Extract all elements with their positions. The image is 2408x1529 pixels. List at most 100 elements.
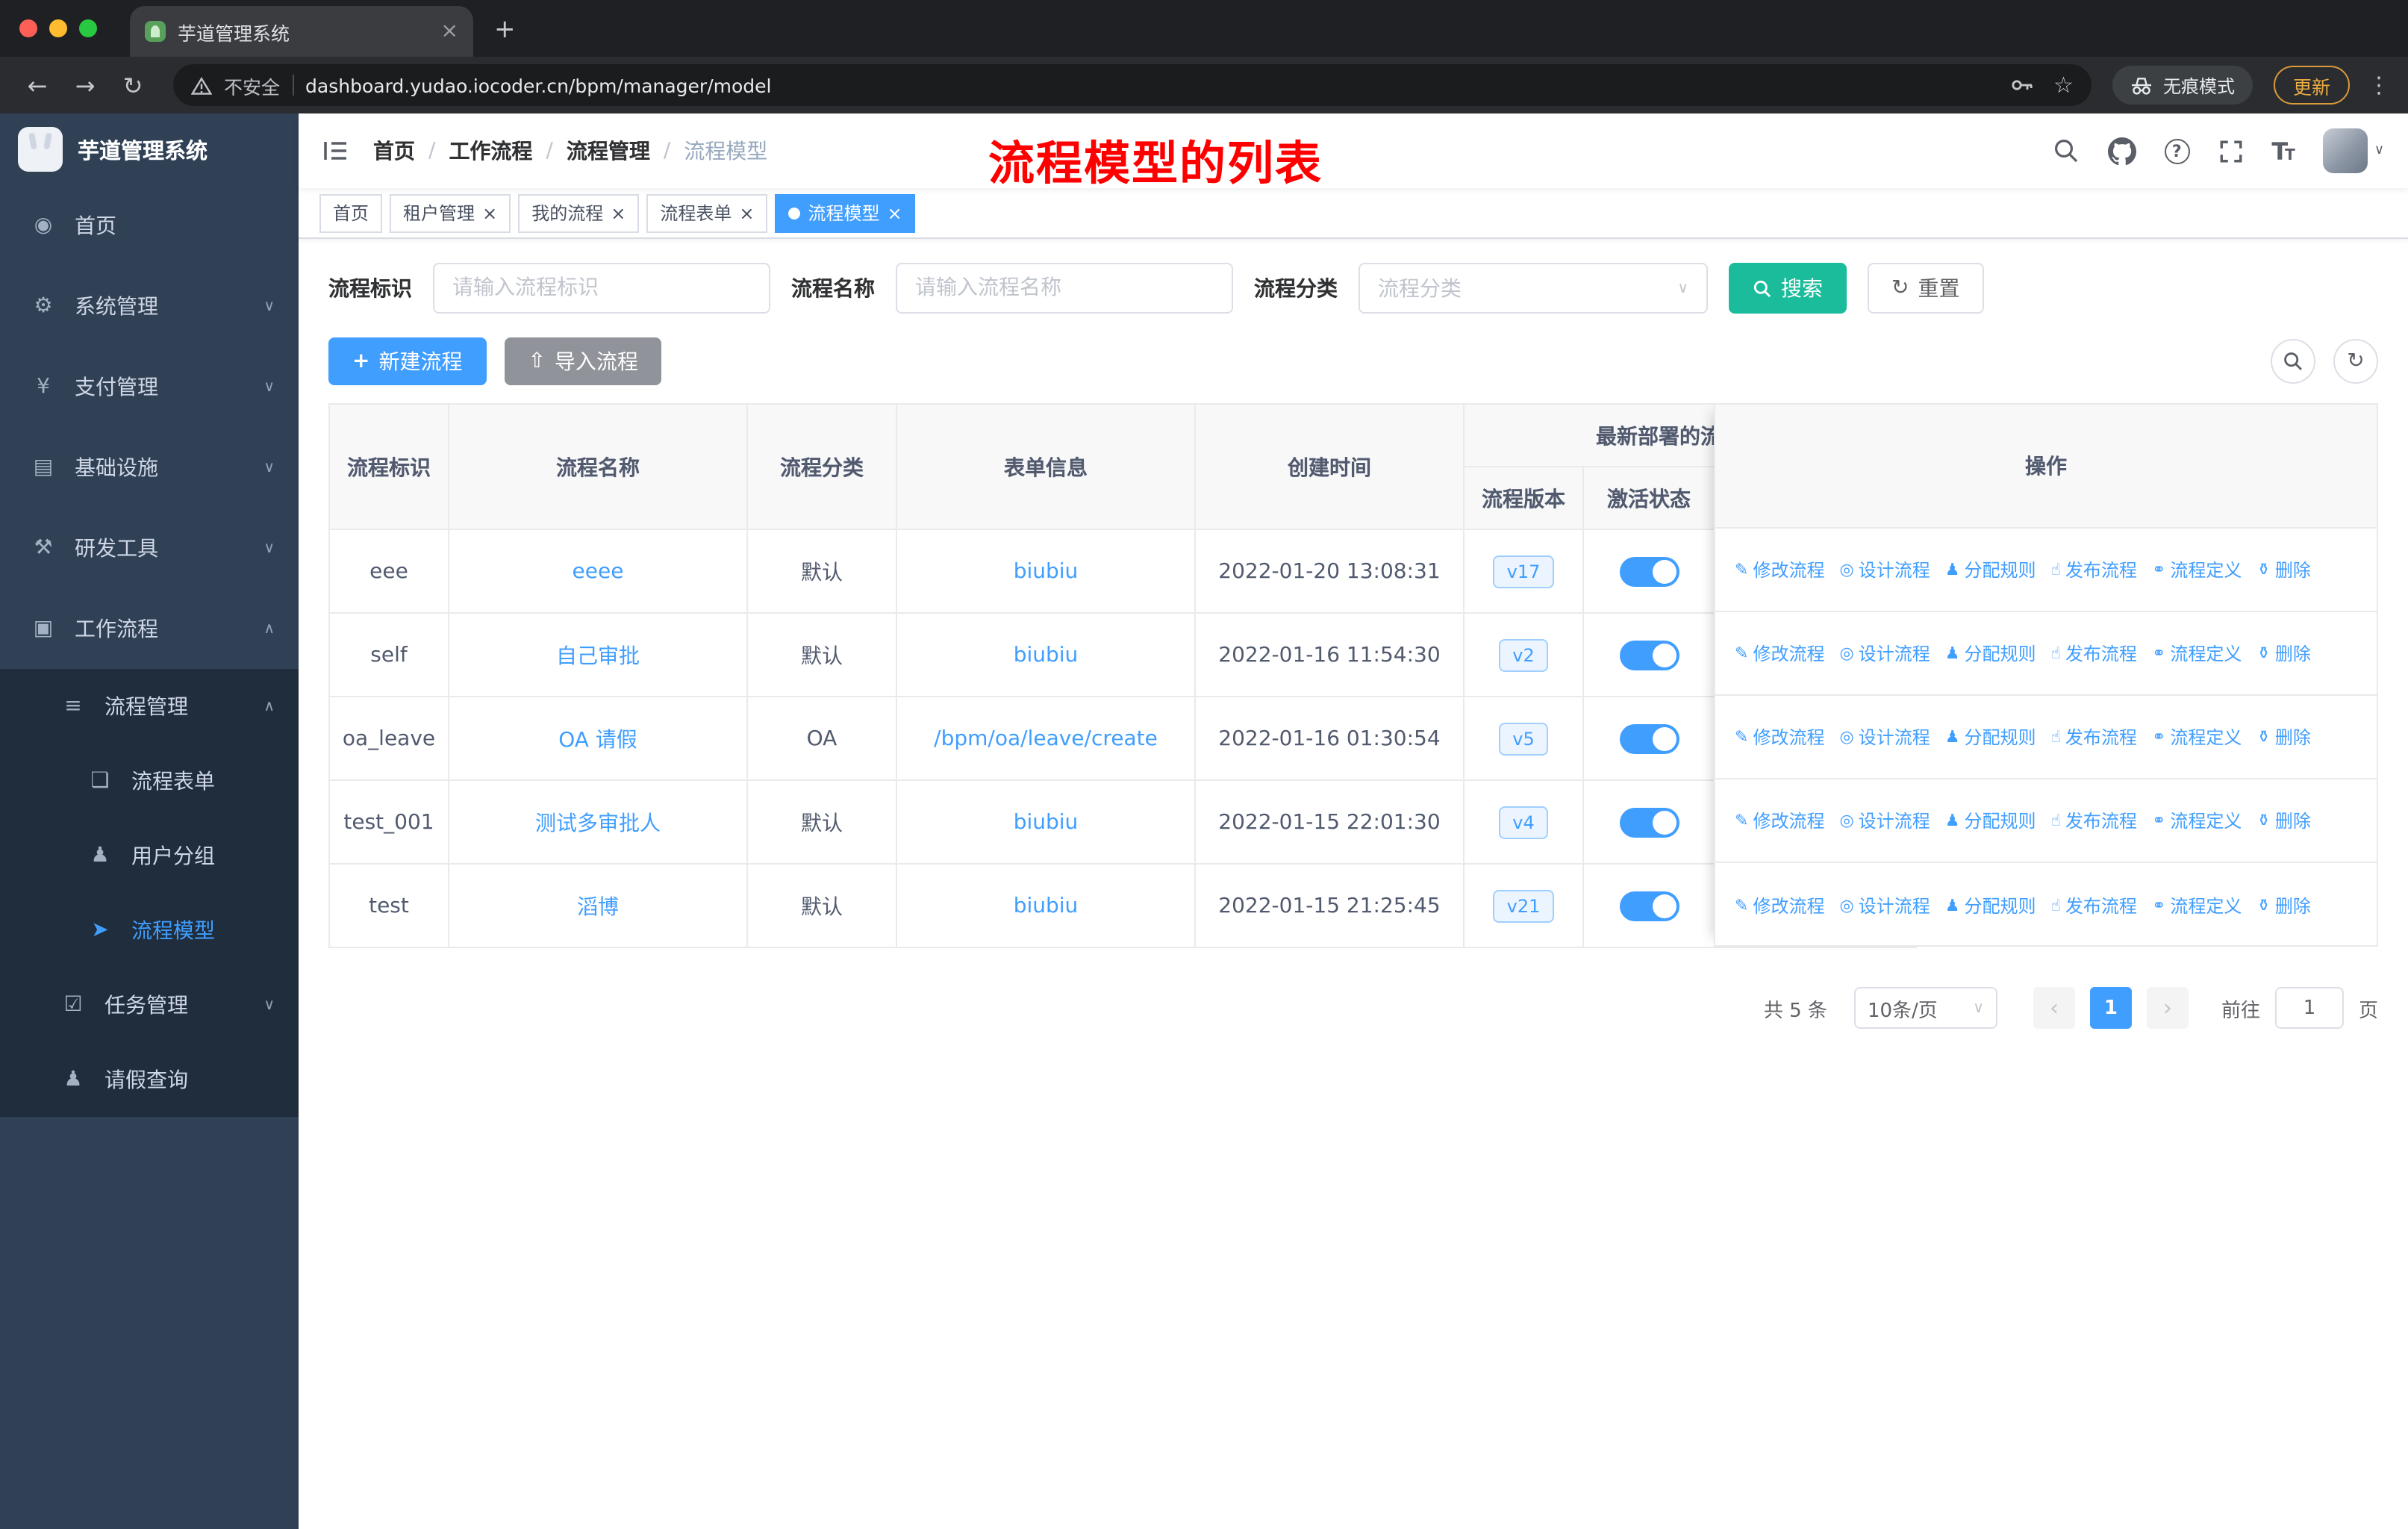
action-edit-process[interactable]: ✎ 修改流程: [1735, 557, 1824, 582]
reload-button[interactable]: [113, 71, 152, 99]
font-size-icon[interactable]: [2271, 137, 2295, 165]
process-name-link[interactable]: OA 请假: [558, 728, 637, 752]
sidebar-item-dev-tools[interactable]: ⚒ 研发工具: [0, 508, 299, 588]
tab-close-icon[interactable]: [441, 21, 458, 42]
status-toggle[interactable]: [1619, 723, 1679, 753]
reset-button[interactable]: 重置: [1868, 263, 1984, 314]
sidebar-item-process-form[interactable]: ❏ 流程表单: [0, 744, 299, 818]
status-toggle[interactable]: [1619, 640, 1679, 670]
sidebar-item-home[interactable]: ◉ 首页: [0, 185, 299, 266]
tag-process-model[interactable]: 流程模型: [775, 193, 916, 232]
refresh-table-button[interactable]: [2333, 339, 2378, 384]
create-process-button[interactable]: 新建流程: [328, 337, 487, 385]
back-button[interactable]: [18, 71, 57, 99]
form-link[interactable]: biubiu: [1014, 810, 1079, 834]
browser-update-button[interactable]: 更新: [2273, 66, 2350, 105]
next-page-button[interactable]: [2146, 987, 2189, 1029]
action-process-definition[interactable]: ⚭ 流程定义: [2152, 808, 2242, 833]
browser-tab[interactable]: 芋道管理系统: [130, 6, 473, 57]
browser-menu-icon[interactable]: [2368, 72, 2390, 99]
goto-page-input[interactable]: [2274, 987, 2344, 1029]
action-design-process[interactable]: ◎ 设计流程: [1839, 892, 1930, 918]
password-key-icon[interactable]: [2009, 73, 2033, 97]
process-name-input[interactable]: [896, 263, 1233, 314]
action-assign-rule[interactable]: ♟ 分配规则: [1945, 808, 2036, 833]
process-name-link[interactable]: 测试多审批人: [535, 812, 661, 835]
action-delete[interactable]: ⚱ 删除: [2256, 641, 2310, 666]
prev-page-button[interactable]: [2033, 987, 2075, 1029]
sidebar-item-infrastructure[interactable]: ▤ 基础设施: [0, 427, 299, 508]
page-size-select[interactable]: 10条/页: [1853, 987, 1997, 1029]
action-process-definition[interactable]: ⚭ 流程定义: [2152, 724, 2242, 750]
process-category-select[interactable]: 流程分类: [1359, 263, 1708, 314]
action-process-definition[interactable]: ⚭ 流程定义: [2152, 892, 2242, 918]
status-toggle[interactable]: [1619, 556, 1679, 586]
action-assign-rule[interactable]: ♟ 分配规则: [1945, 892, 2036, 918]
sidebar-item-leave-query[interactable]: ♟ 请假查询: [0, 1042, 299, 1117]
sidebar-item-process-management[interactable]: ≡ 流程管理: [0, 669, 299, 744]
sidebar-collapse-icon[interactable]: [322, 139, 349, 163]
action-delete[interactable]: ⚱ 删除: [2256, 892, 2310, 918]
action-process-definition[interactable]: ⚭ 流程定义: [2152, 557, 2242, 582]
breadcrumb-workflow[interactable]: 工作流程: [449, 136, 532, 166]
user-avatar[interactable]: [2323, 128, 2384, 173]
breadcrumb-process-management[interactable]: 流程管理: [567, 136, 650, 166]
window-zoom-button[interactable]: [79, 19, 97, 37]
action-publish-process[interactable]: ☝ 发布流程: [2051, 724, 2137, 750]
close-icon[interactable]: [482, 204, 497, 222]
status-toggle[interactable]: [1619, 891, 1679, 921]
form-link[interactable]: /bpm/oa/leave/create: [934, 726, 1158, 750]
action-publish-process[interactable]: ☝ 发布流程: [2051, 557, 2137, 582]
close-icon[interactable]: [888, 204, 902, 222]
sidebar-item-process-model[interactable]: ➤ 流程模型: [0, 893, 299, 968]
action-design-process[interactable]: ◎ 设计流程: [1839, 641, 1930, 666]
tag-tenant-management[interactable]: 租户管理: [390, 193, 511, 232]
bookmark-star-icon[interactable]: [2053, 72, 2074, 99]
close-icon[interactable]: [739, 204, 754, 222]
action-assign-rule[interactable]: ♟ 分配规则: [1945, 724, 2036, 750]
action-publish-process[interactable]: ☝ 发布流程: [2051, 641, 2137, 666]
action-edit-process[interactable]: ✎ 修改流程: [1735, 724, 1824, 750]
process-name-link[interactable]: eeee: [573, 559, 624, 583]
action-design-process[interactable]: ◎ 设计流程: [1839, 557, 1930, 582]
action-publish-process[interactable]: ☝ 发布流程: [2051, 808, 2137, 833]
sidebar-item-system-management[interactable]: ⚙ 系统管理: [0, 266, 299, 346]
window-close-button[interactable]: [19, 19, 37, 37]
action-delete[interactable]: ⚱ 删除: [2256, 557, 2310, 582]
action-publish-process[interactable]: ☝ 发布流程: [2051, 892, 2137, 918]
github-icon[interactable]: [2107, 137, 2136, 165]
address-bar[interactable]: 不安全 dashboard.yudao.iocoder.cn/bpm/manag…: [173, 64, 2092, 106]
action-design-process[interactable]: ◎ 设计流程: [1839, 724, 1930, 750]
sidebar-item-task-management[interactable]: ☑ 任务管理: [0, 968, 299, 1042]
new-tab-button[interactable]: [494, 15, 516, 45]
page-number-button[interactable]: 1: [2089, 987, 2132, 1029]
search-button[interactable]: 搜索: [1729, 263, 1847, 314]
search-icon[interactable]: [2052, 137, 2079, 164]
import-process-button[interactable]: 导入流程: [504, 337, 662, 385]
action-assign-rule[interactable]: ♟ 分配规则: [1945, 641, 2036, 666]
sidebar-item-workflow[interactable]: ▣ 工作流程: [0, 588, 299, 669]
forward-button[interactable]: [66, 71, 105, 99]
breadcrumb-home[interactable]: 首页: [373, 136, 415, 166]
tag-home[interactable]: 首页: [319, 193, 383, 232]
action-delete[interactable]: ⚱ 删除: [2256, 808, 2310, 833]
action-edit-process[interactable]: ✎ 修改流程: [1735, 641, 1824, 666]
process-id-input[interactable]: [433, 263, 770, 314]
action-delete[interactable]: ⚱ 删除: [2256, 724, 2310, 750]
sidebar-item-payment-management[interactable]: ¥ 支付管理: [0, 346, 299, 427]
action-design-process[interactable]: ◎ 设计流程: [1839, 808, 1930, 833]
form-link[interactable]: biubiu: [1014, 894, 1079, 918]
toggle-search-button[interactable]: [2271, 339, 2315, 384]
process-name-link[interactable]: 滔博: [577, 895, 619, 919]
form-link[interactable]: biubiu: [1014, 559, 1079, 583]
sidebar-item-user-group[interactable]: ♟ 用户分组: [0, 818, 299, 893]
close-icon[interactable]: [611, 204, 626, 222]
window-minimize-button[interactable]: [49, 19, 67, 37]
tag-my-process[interactable]: 我的流程: [518, 193, 640, 232]
help-icon[interactable]: [2164, 138, 2190, 164]
action-edit-process[interactable]: ✎ 修改流程: [1735, 808, 1824, 833]
form-link[interactable]: biubiu: [1014, 643, 1079, 667]
tag-process-form[interactable]: 流程表单: [646, 193, 768, 232]
process-name-link[interactable]: 自己审批: [556, 644, 640, 668]
fullscreen-icon[interactable]: [2218, 138, 2243, 164]
